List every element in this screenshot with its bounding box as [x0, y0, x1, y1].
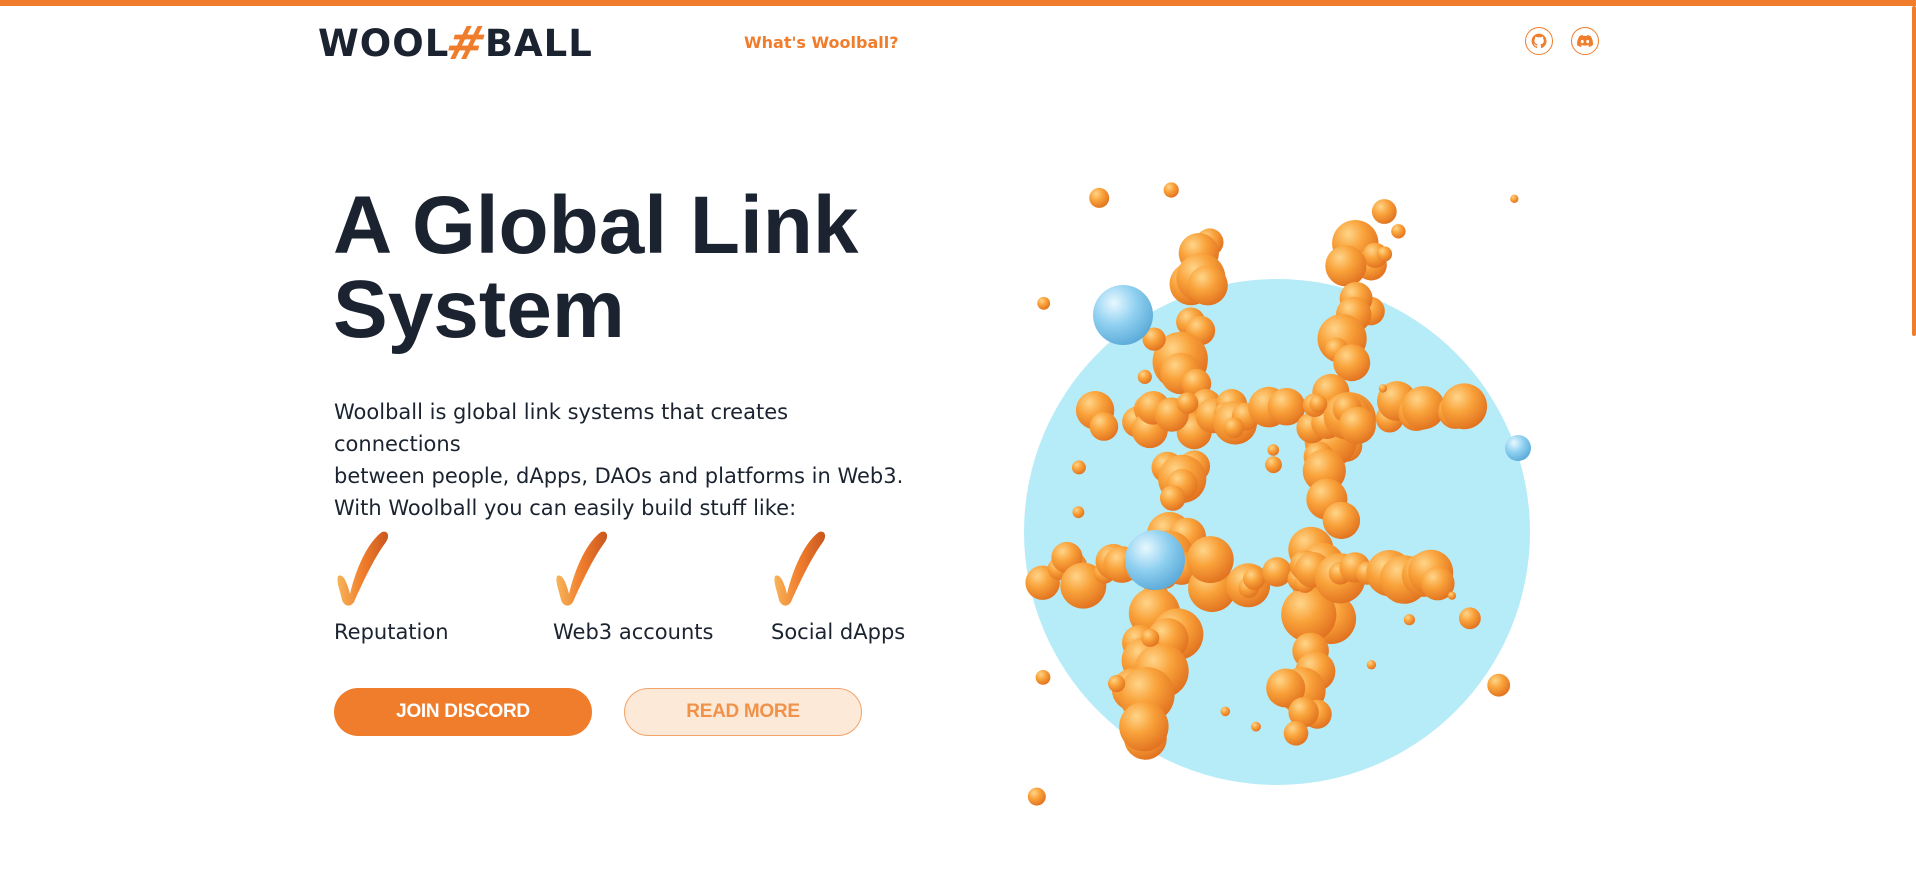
hero-description-line-1: Woolball is global link systems that cre… — [334, 400, 789, 456]
woolball-logo[interactable]: WOOL # BALL — [318, 16, 593, 70]
hash-balloons-illustration — [1024, 182, 1531, 806]
github-icon — [1531, 33, 1547, 49]
site-header: WOOL # BALL What's Woolball? — [0, 6, 1916, 78]
checkmark-icon — [556, 531, 608, 606]
logo-left: WOOL — [318, 21, 450, 65]
checkmark-icon — [774, 531, 826, 606]
nav-link-whats-woolball[interactable]: What's Woolball? — [744, 33, 899, 52]
hero-title: A Global Link System — [333, 184, 893, 352]
hero-description-line-2: between people, dApps, DAOs and platform… — [334, 464, 904, 488]
feature-label: Social dApps — [771, 620, 906, 644]
hero-title-line-2: System — [333, 264, 625, 355]
hero-description-line-3: With Woolball you can easily build stuff… — [334, 496, 797, 520]
feature-web3-accounts: Web3 accounts — [553, 528, 753, 644]
feature-reputation: Reputation — [334, 528, 534, 644]
sky-circle — [1024, 279, 1530, 785]
checkmark-icon — [337, 531, 389, 606]
discord-button[interactable] — [1571, 27, 1599, 55]
feature-social-dapps: Social dApps — [771, 528, 971, 644]
read-more-button[interactable]: READ MORE — [624, 688, 862, 736]
feature-label: Web3 accounts — [553, 620, 714, 644]
discord-icon — [1577, 35, 1593, 47]
feature-list: Reputation Web3 accounts Social dApps — [334, 528, 954, 648]
feature-label: Reputation — [334, 620, 449, 644]
github-button[interactable] — [1525, 27, 1553, 55]
logo-text: WOOL # BALL — [318, 16, 593, 70]
hero-title-line-1: A Global Link — [333, 180, 859, 271]
join-discord-button[interactable]: JOIN DISCORD — [334, 688, 592, 736]
logo-right: BALL — [484, 21, 593, 65]
hero-description: Woolball is global link systems that cre… — [334, 396, 904, 524]
